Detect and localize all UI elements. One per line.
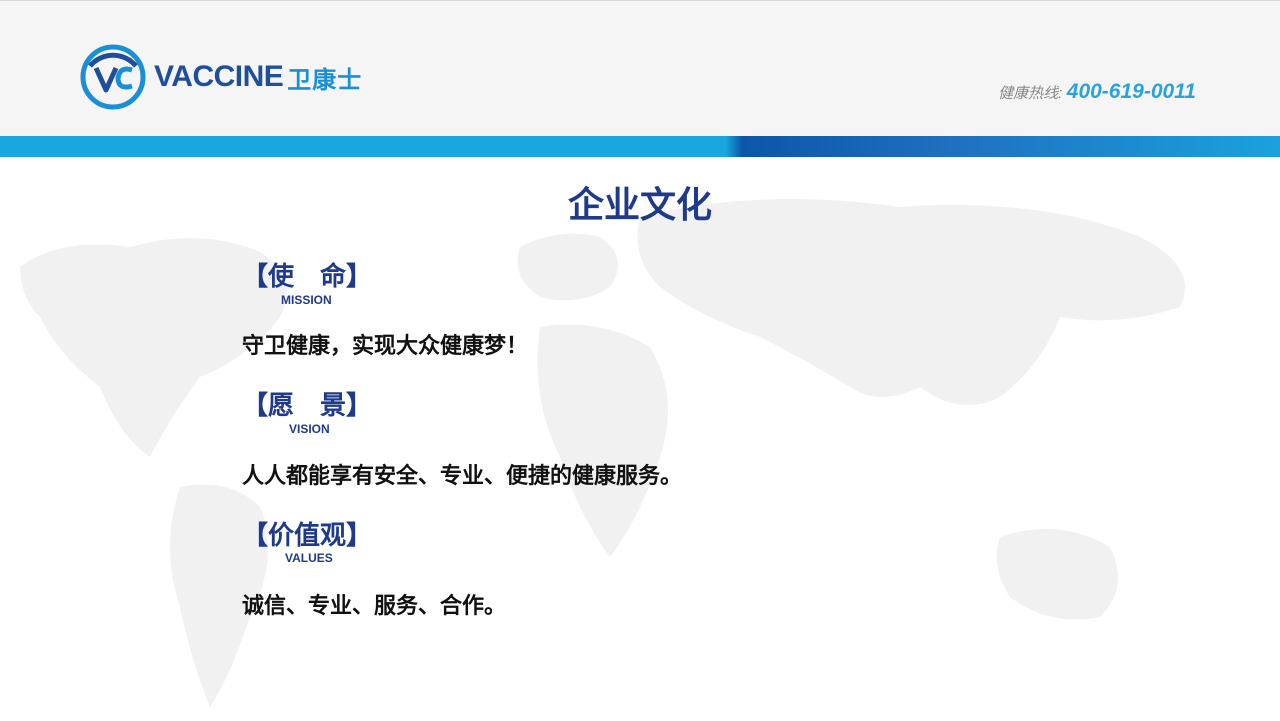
page-title: 企业文化 bbox=[567, 185, 712, 226]
world-map-background bbox=[20, 199, 1185, 707]
hotline-label: 健康热线: bbox=[998, 85, 1063, 102]
slide: VACCINE 卫康士 健康热线: 400-619-0011 企业文化 【使 命… bbox=[0, 0, 1280, 721]
vision-body: 人人都能享有安全、专业、便捷的健康服务。 bbox=[242, 464, 683, 489]
section-values: 【价值观】 bbox=[242, 521, 372, 551]
vision-heading: 【愿 景】 bbox=[242, 391, 373, 421]
values-heading: 【价值观】 bbox=[242, 521, 373, 551]
section-mission: 【使 命】 bbox=[242, 262, 372, 292]
mission-heading-en: MISSION bbox=[281, 293, 332, 307]
vision-heading-en: VISION bbox=[289, 422, 330, 436]
mission-body: 守卫健康，实现大众健康梦！ bbox=[242, 334, 529, 359]
brand-name-en: VACCINE bbox=[154, 60, 284, 93]
brand-logo[interactable]: VACCINE 卫康士 bbox=[80, 44, 362, 110]
hotline: 健康热线: 400-619-0011 bbox=[998, 80, 1196, 104]
values-heading-en: VALUES bbox=[285, 551, 333, 565]
brand-name-cn: 卫康士 bbox=[287, 65, 363, 94]
vc-logo-icon bbox=[80, 44, 146, 110]
hotline-number[interactable]: 400-619-0011 bbox=[1067, 80, 1196, 103]
mission-heading: 【使 命】 bbox=[242, 262, 373, 292]
values-body: 诚信、专业、服务、合作。 bbox=[242, 594, 507, 619]
accent-band bbox=[0, 136, 1280, 157]
section-vision: 【愿 景】 bbox=[242, 391, 372, 421]
